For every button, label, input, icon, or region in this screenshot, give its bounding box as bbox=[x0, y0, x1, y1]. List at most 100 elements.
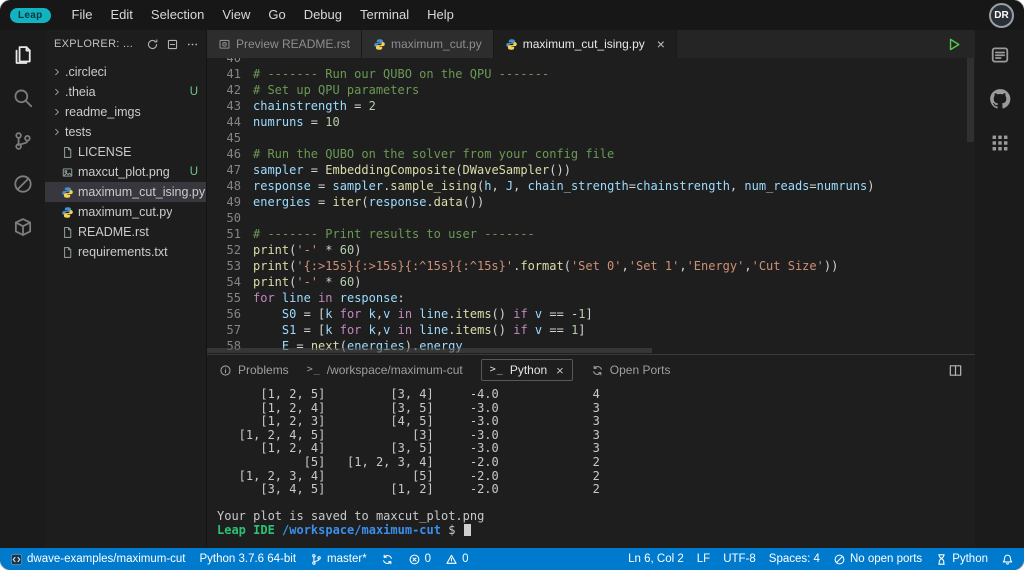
status-encoding[interactable]: UTF-8 bbox=[723, 553, 756, 565]
activity-extensions[interactable] bbox=[10, 214, 36, 240]
tab-close-icon[interactable]: × bbox=[657, 37, 665, 51]
refresh-icon[interactable] bbox=[146, 38, 159, 51]
status-label: No open ports bbox=[849, 553, 923, 565]
code-line-47: 47 sampler = EmbeddingComposite(DWaveSamp… bbox=[207, 162, 975, 178]
menu-go[interactable]: Go bbox=[259, 0, 294, 30]
more-icon[interactable] bbox=[186, 38, 199, 51]
panel-tab-workspace-maximum-cut[interactable]: >_ /workspace/maximum-cut bbox=[307, 363, 463, 377]
panel-tab-label: Problems bbox=[238, 363, 289, 377]
status-git-branch[interactable]: master* bbox=[310, 553, 367, 566]
code-text: # Run the QUBO on the solver from your c… bbox=[253, 147, 615, 161]
activity-bar-right bbox=[975, 30, 1024, 548]
tree-item-readme-rst[interactable]: README.rst bbox=[45, 222, 206, 242]
status-label: Python bbox=[952, 553, 988, 565]
status-eol-sequence[interactable]: LF bbox=[697, 553, 710, 565]
line-number: 45 bbox=[226, 131, 241, 145]
tab-label: maximum_cut_ising.py bbox=[522, 37, 645, 51]
collapse-icon[interactable] bbox=[166, 38, 179, 51]
status-git-sync[interactable] bbox=[381, 553, 394, 566]
status-python-language-server[interactable]: Python bbox=[935, 553, 988, 566]
split-terminal-icon[interactable] bbox=[948, 363, 963, 378]
panel-tab-open-ports[interactable]: Open Ports bbox=[591, 363, 670, 377]
tree-item-readme-imgs[interactable]: readme_imgs bbox=[45, 102, 206, 122]
tab-maximum-cut-ising-py[interactable]: maximum_cut_ising.py × bbox=[493, 30, 677, 58]
activity-github[interactable] bbox=[987, 86, 1013, 112]
vertical-scrollbar[interactable] bbox=[967, 58, 974, 142]
terminal-message: Your plot is saved to maxcut_plot.png bbox=[217, 509, 485, 524]
status-label: 0 bbox=[462, 553, 469, 565]
tree-item-license[interactable]: LICENSE bbox=[45, 142, 206, 162]
menu-help[interactable]: Help bbox=[418, 0, 463, 30]
activity-explorer[interactable] bbox=[10, 42, 36, 68]
status-warnings[interactable]: 0 bbox=[445, 553, 468, 566]
prompt-app: Leap IDE bbox=[217, 522, 275, 537]
play-icon bbox=[945, 36, 962, 53]
menu-terminal[interactable]: Terminal bbox=[351, 0, 418, 30]
tree-item-maxcut-plot-png[interactable]: maxcut_plot.png U bbox=[45, 162, 206, 182]
code-editor[interactable]: 40 41 # ------- Run our QUBO on the QPU --… bbox=[207, 58, 975, 354]
code-line-54: 54 print('-' * 60) bbox=[207, 274, 975, 290]
tab-preview-readme-rst[interactable]: Preview README.rst bbox=[207, 30, 363, 58]
git-icon bbox=[12, 130, 34, 152]
status-remote-workspace[interactable]: dwave-examples/maximum-cut bbox=[10, 553, 186, 566]
menu-bar: Leap File Edit Selection View Go Debug Termina… bbox=[0, 0, 1024, 30]
file-icon bbox=[61, 226, 74, 239]
tree-item-circleci[interactable]: .circleci bbox=[45, 62, 206, 82]
status-label: Ln 6, Col 2 bbox=[628, 553, 684, 565]
file-tree: .circleci .theia Ureadme_imgs tests LICENSE m… bbox=[45, 58, 206, 262]
terminal-row: [1, 2, 3] [4, 5] -3.0 3 bbox=[217, 414, 600, 429]
tab-maximum-cut-py[interactable]: maximum_cut.py bbox=[362, 30, 494, 58]
panel-tab-problems[interactable]: Problems bbox=[219, 363, 289, 377]
code-line-40: 40 bbox=[207, 58, 975, 66]
line-number: 42 bbox=[226, 83, 241, 97]
menu-debug[interactable]: Debug bbox=[295, 0, 351, 30]
line-number: 43 bbox=[226, 99, 241, 113]
activity-debug-disabled[interactable] bbox=[10, 171, 36, 197]
panel-tab-close-icon[interactable]: × bbox=[556, 364, 564, 377]
tree-item-theia[interactable]: .theia U bbox=[45, 82, 206, 102]
terminal-row: [1, 2, 4] [3, 5] -3.0 3 bbox=[217, 441, 600, 456]
terminal-row: [1, 2, 5] [3, 4] -4.0 4 bbox=[217, 387, 600, 401]
code-line-42: 42 # Set up QPU parameters bbox=[207, 82, 975, 98]
status-notifications[interactable] bbox=[1001, 553, 1014, 566]
tree-item-maximum-cut-ising-py[interactable]: maximum_cut_ising.py bbox=[45, 182, 206, 202]
leap-logo[interactable]: Leap bbox=[10, 7, 51, 23]
terminal-output[interactable]: [1, 2, 5] [3, 4] -4.0 4 [1, 2, 4] [3, 5]… bbox=[207, 385, 975, 548]
code-text: energies = iter(response.data()) bbox=[253, 195, 485, 209]
box-icon bbox=[12, 216, 34, 238]
git-status-badge: U bbox=[189, 86, 198, 98]
activity-bar-left bbox=[0, 30, 45, 548]
status-label: master* bbox=[327, 553, 367, 565]
panel-tab-python[interactable]: >_ Python × bbox=[480, 359, 573, 381]
run-button[interactable] bbox=[945, 30, 975, 58]
activity-source-control[interactable] bbox=[10, 128, 36, 154]
user-avatar[interactable]: DR bbox=[989, 2, 1014, 28]
code-line-41: 41 # ------- Run our QUBO on the QPU ----… bbox=[207, 66, 975, 82]
status-cursor-position[interactable]: Ln 6, Col 2 bbox=[628, 553, 684, 565]
status-open-ports[interactable]: No open ports bbox=[833, 553, 922, 566]
code-text: response = sampler.sample_ising(h, J, ch… bbox=[253, 179, 875, 193]
tree-item-maximum-cut-py[interactable]: maximum_cut.py bbox=[45, 202, 206, 222]
status-python-interpreter[interactable]: Python 3.7.6 64-bit bbox=[200, 553, 297, 565]
grid-icon bbox=[989, 132, 1011, 154]
activity-apps-grid[interactable] bbox=[987, 130, 1013, 156]
tree-item-label: maximum_cut_ising.py bbox=[78, 185, 206, 199]
code-text: # ------- Print results to user ------- bbox=[253, 227, 535, 241]
tree-item-tests[interactable]: tests bbox=[45, 122, 206, 142]
editor-area: Preview README.rst maximum_cut.py maximum_… bbox=[207, 30, 975, 548]
menu-edit[interactable]: Edit bbox=[102, 0, 142, 30]
explorer-actions bbox=[146, 38, 199, 51]
horizontal-scrollbar[interactable] bbox=[207, 348, 653, 353]
menu-view[interactable]: View bbox=[213, 0, 259, 30]
status-indentation[interactable]: Spaces: 4 bbox=[769, 553, 820, 565]
ide-window: Leap File Edit Selection View Go Debug Termina… bbox=[0, 0, 1024, 570]
menu-selection[interactable]: Selection bbox=[142, 0, 213, 30]
menu-file[interactable]: File bbox=[63, 0, 102, 30]
tree-item-requirements-txt[interactable]: requirements.txt bbox=[45, 242, 206, 262]
line-number: 50 bbox=[226, 211, 241, 225]
activity-outline[interactable] bbox=[987, 42, 1013, 68]
activity-search[interactable] bbox=[10, 85, 36, 111]
status-errors[interactable]: 0 bbox=[408, 553, 431, 566]
main-area: EXPLORER: ... .circleci .theia Ureadme_img… bbox=[0, 30, 1024, 548]
